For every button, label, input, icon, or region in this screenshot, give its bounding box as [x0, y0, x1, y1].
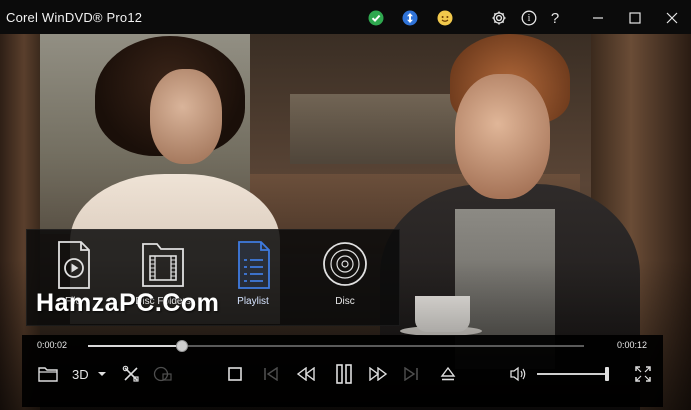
smiley-icon[interactable] — [436, 9, 454, 27]
help-glyph: ? — [550, 9, 560, 27]
menu-item-label: Playlist — [237, 296, 269, 307]
open-folder-icon[interactable] — [38, 363, 58, 385]
pause-icon[interactable] — [335, 363, 353, 385]
menu-item-label: Disc — [335, 296, 355, 307]
file-play-icon — [58, 241, 90, 289]
volume-icon[interactable] — [509, 363, 527, 385]
playback-controls: 0:00:02 0:00:12 3D — [22, 335, 663, 407]
tools-icon[interactable] — [122, 363, 140, 385]
fast-forward-icon[interactable] — [368, 363, 388, 385]
current-time: 0:00:02 — [37, 340, 68, 350]
settings-gear-icon[interactable] — [489, 8, 509, 28]
3d-label: 3D — [72, 366, 89, 382]
minimize-icon[interactable] — [588, 8, 608, 28]
menu-item-disc[interactable]: Disc — [305, 240, 385, 320]
help-icon[interactable]: ? — [545, 8, 565, 28]
rewind-icon[interactable] — [296, 363, 316, 385]
info-icon[interactable]: i — [519, 8, 539, 28]
disc-icon — [323, 242, 367, 286]
app-title: Corel WinDVD® Pro12 — [6, 10, 143, 25]
subtitle-icon[interactable] — [153, 363, 173, 385]
volume-thumb[interactable] — [605, 367, 609, 381]
watermark: HamzaPC.Com — [36, 289, 220, 317]
maximize-icon[interactable] — [625, 8, 645, 28]
title-bar: Corel WinDVD® Pro12 i ? — [0, 0, 691, 34]
previous-icon[interactable] — [263, 363, 279, 385]
info-glyph: i — [527, 12, 531, 24]
next-icon[interactable] — [403, 363, 419, 385]
3d-mode-button[interactable]: 3D — [72, 363, 107, 385]
seek-thumb[interactable] — [176, 340, 189, 352]
playlist-icon — [238, 241, 270, 289]
up-down-arrows-icon[interactable] — [401, 9, 419, 27]
close-icon[interactable] — [662, 8, 682, 28]
film-folder-icon — [142, 243, 184, 287]
volume-slider[interactable] — [537, 373, 607, 375]
check-status-icon[interactable] — [367, 9, 385, 27]
fullscreen-icon[interactable] — [635, 363, 651, 385]
menu-item-playlist[interactable]: Playlist — [213, 240, 293, 320]
stop-icon[interactable] — [228, 363, 242, 385]
total-time: 0:00:12 — [617, 340, 648, 350]
seek-progress — [88, 345, 183, 347]
eject-icon[interactable] — [440, 363, 456, 385]
chevron-down-icon — [97, 372, 106, 376]
seek-bar[interactable] — [88, 340, 584, 352]
